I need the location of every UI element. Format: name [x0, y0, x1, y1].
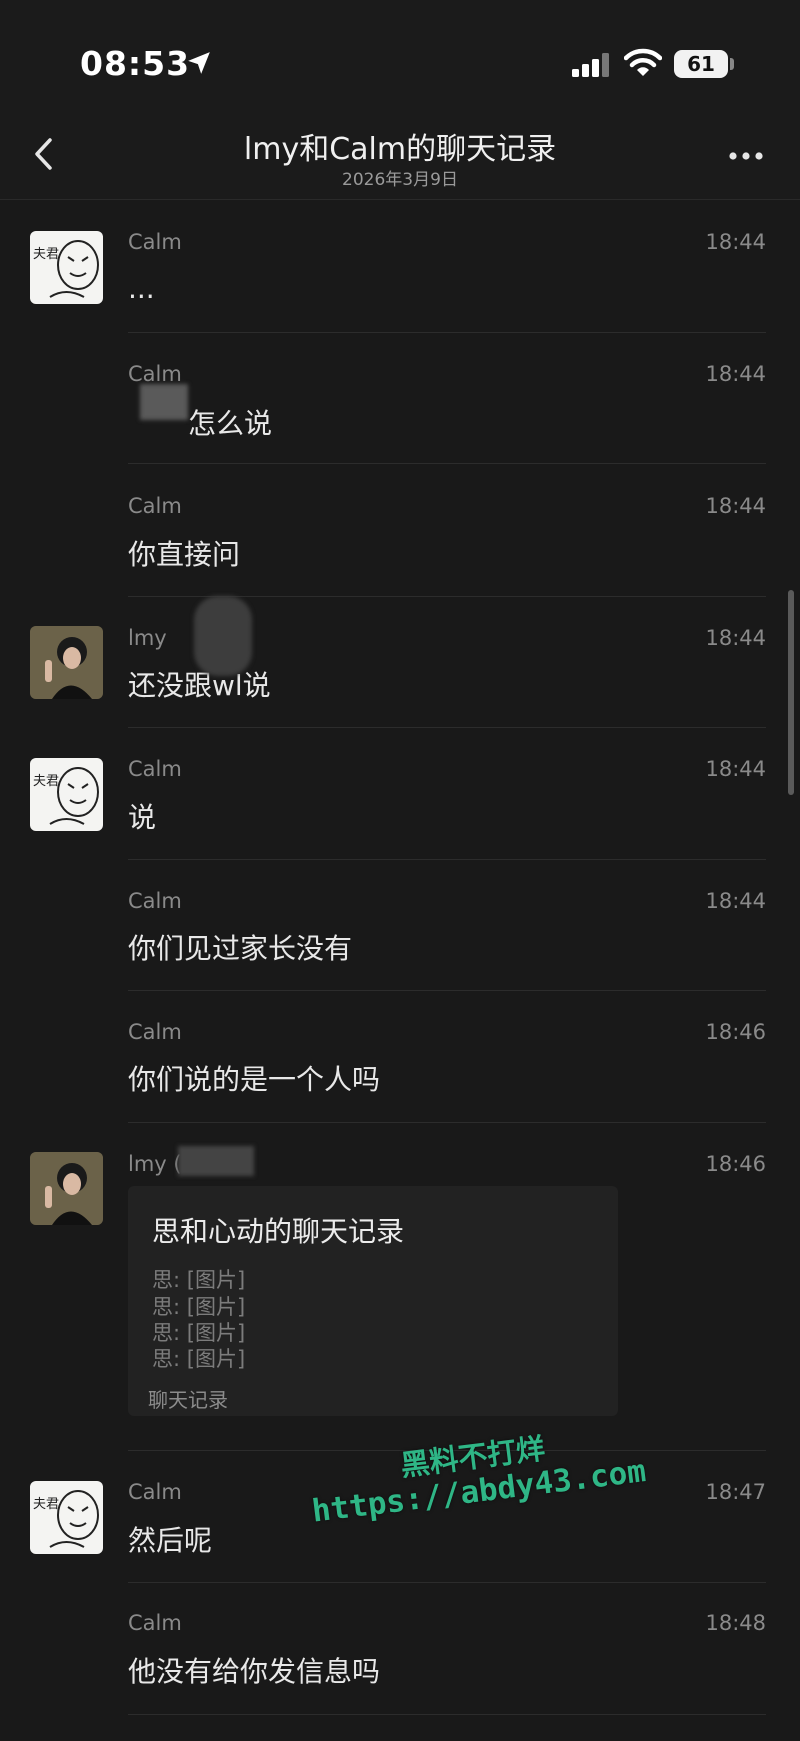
message-time: 18:48	[705, 1611, 766, 1635]
message-sender: Calm	[128, 362, 182, 386]
battery-tip	[730, 58, 734, 70]
avatar-lmy[interactable]	[30, 626, 103, 699]
message-time: 18:44	[705, 889, 766, 913]
message-sender: Calm	[128, 1611, 182, 1635]
divider	[128, 1582, 766, 1583]
chat-record-footer: 聊天记录	[148, 1388, 228, 1412]
message-sender: Calm	[128, 1480, 182, 1504]
avatar-lmy-icon	[30, 626, 103, 699]
message-sender: lmy	[128, 626, 167, 650]
message-time: 18:44	[705, 626, 766, 650]
message-time: 18:44	[705, 230, 766, 254]
avatar-calm-icon: 夫君	[33, 1490, 99, 1548]
message-text[interactable]: ...	[128, 272, 155, 305]
scrollbar[interactable]	[788, 590, 794, 795]
message-sender: Calm	[128, 230, 182, 254]
message-time: 18:44	[705, 494, 766, 518]
redaction-blur	[140, 384, 188, 420]
location-arrow-icon	[188, 52, 210, 74]
wifi-icon	[624, 48, 662, 76]
message-text[interactable]: 你们说的是一个人吗	[128, 1058, 380, 1098]
avatar-calm[interactable]: 夫君	[30, 1481, 103, 1554]
message-sender: Calm	[128, 494, 182, 518]
chat-record-card[interactable]: 思和心动的聊天记录 思: [图片] 思: [图片] 思: [图片] 思: [图片…	[128, 1186, 618, 1416]
message-text[interactable]: 然后呢	[128, 1519, 212, 1559]
avatar-calm-icon: 夫君	[33, 240, 99, 298]
signal-icon	[572, 53, 609, 77]
svg-text:夫君: 夫君	[33, 1497, 59, 1512]
chat-record-line: 思: [图片]	[152, 1268, 246, 1292]
message-time: 18:46	[705, 1020, 766, 1044]
svg-text:夫君: 夫君	[33, 247, 59, 262]
more-dots-icon[interactable]	[728, 150, 764, 162]
avatar-calm-icon: 夫君	[33, 767, 99, 825]
divider	[128, 990, 766, 991]
svg-text:夫君: 夫君	[33, 774, 59, 789]
divider	[128, 332, 766, 333]
page-subtitle: 2026年3月9日	[342, 170, 458, 190]
nav-header: lmy和Calm的聊天记录 2026年3月9日	[0, 110, 800, 200]
message-text[interactable]: 他没有给你发信息吗	[128, 1650, 380, 1690]
message-sender: Calm	[128, 889, 182, 913]
message-sender: Calm	[128, 757, 182, 781]
page-title: lmy和Calm的聊天记录	[243, 132, 557, 167]
avatar-lmy[interactable]	[30, 1152, 103, 1225]
message-text[interactable]: 你们见过家长没有	[128, 927, 352, 967]
message-sender: Calm	[128, 1020, 182, 1044]
message-text[interactable]: 你直接问	[128, 533, 240, 573]
divider	[128, 463, 766, 464]
divider	[128, 1122, 766, 1123]
message-text[interactable]: 说	[128, 796, 156, 836]
status-time: 08:53	[80, 44, 191, 83]
status-bar: 08:53 61	[0, 0, 800, 110]
redaction-blur	[194, 596, 252, 676]
message-text[interactable]: 怎么说	[188, 402, 272, 442]
chat-record-title: 思和心动的聊天记录	[152, 1215, 405, 1248]
message-time: 18:46	[705, 1152, 766, 1176]
message-sender: lmy (	[128, 1152, 182, 1176]
message-time: 18:44	[705, 362, 766, 386]
message-time: 18:47	[705, 1480, 766, 1504]
redaction-blur	[178, 1146, 254, 1176]
avatar-lmy-icon	[30, 1152, 103, 1225]
avatar-calm[interactable]: 夫君	[30, 758, 103, 831]
chat-record-line: 思: [图片]	[152, 1347, 246, 1371]
divider	[128, 1714, 766, 1715]
battery-icon: 61	[674, 50, 728, 78]
divider	[128, 727, 766, 728]
avatar-calm[interactable]: 夫君	[30, 231, 103, 304]
message-text[interactable]: 还没跟wl说	[128, 664, 271, 704]
message-time: 18:44	[705, 757, 766, 781]
divider	[128, 859, 766, 860]
